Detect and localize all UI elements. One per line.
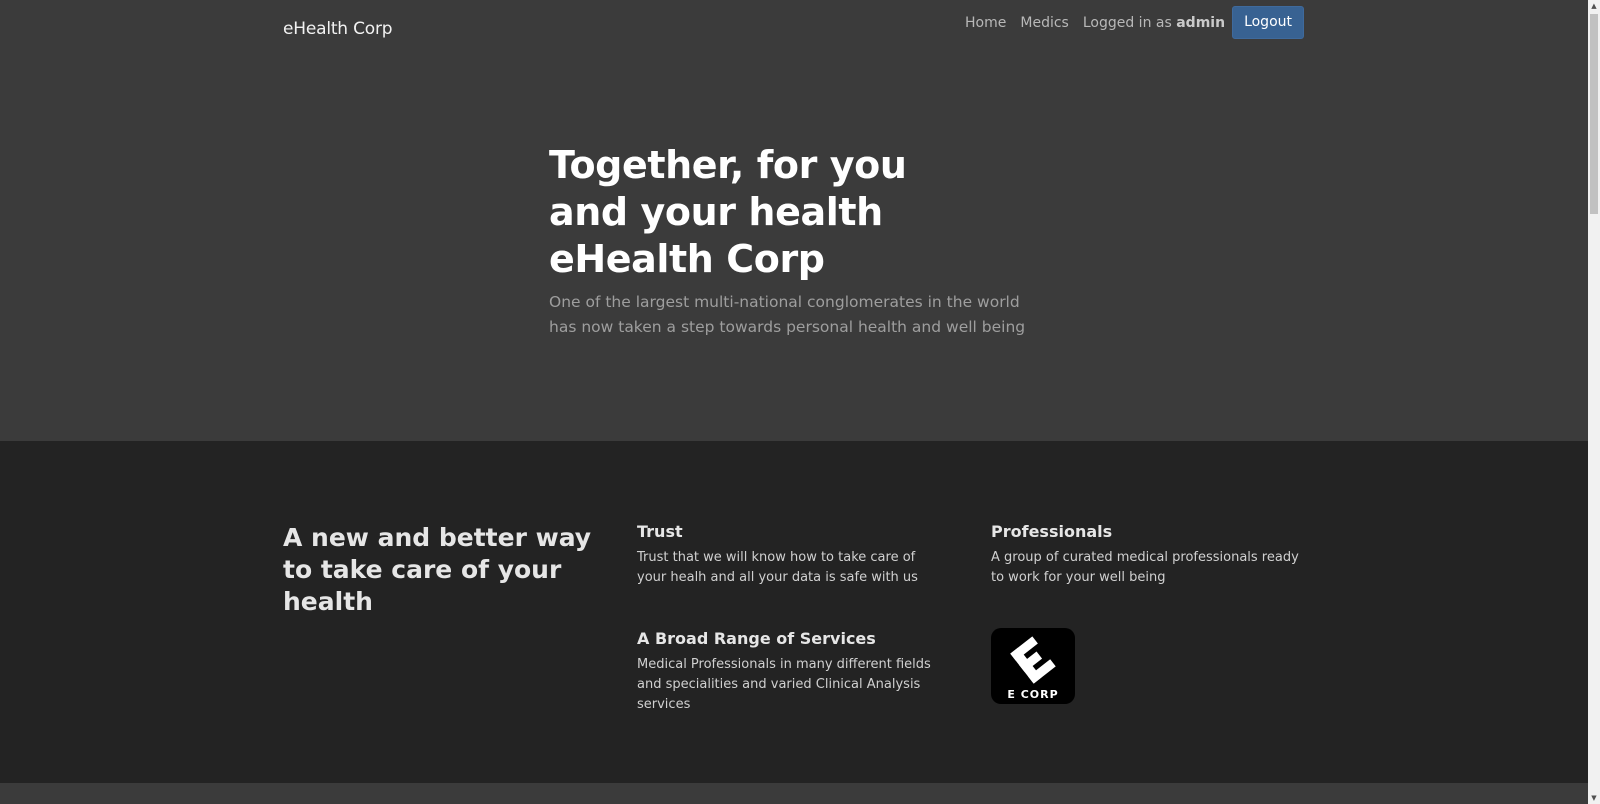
feature-text: Trust that we will know how to take care… [637,550,918,585]
logo-text: E CORP [1007,688,1058,701]
scroll-up-arrow-icon[interactable]: ▲ [1588,0,1600,12]
feature-professionals: Professionals A group of curated medical… [991,522,1301,588]
hero-title-line1: Together, for you and your health [549,143,907,234]
brand-link[interactable]: eHealth Corp [283,19,393,39]
login-status-prefix: Logged in as [1082,14,1177,31]
feature-title: Professionals [991,522,1113,541]
feature-title: A Broad Range of Services [637,629,876,648]
scrollbar[interactable]: ▲ ▼ [1588,0,1600,804]
hero-section: Together, for you and your health eHealt… [0,50,1588,441]
feature-trust: Trust Trust that we will know how to tak… [637,522,947,588]
hero-title: Together, for you and your health eHealt… [549,142,989,283]
ecorp-logo-graphic: E CORP [1007,636,1058,701]
features-section: A new and better way to take care of you… [0,441,1588,783]
login-status: Logged in as admin [1083,15,1225,31]
navbar: eHealth Corp Home Medics Logged in as ad… [0,0,1588,50]
nav-link-home[interactable]: Home [965,15,1006,31]
login-username: admin [1176,14,1226,31]
scroll-thumb[interactable] [1590,14,1598,214]
page: eHealth Corp Home Medics Logged in as ad… [0,0,1588,804]
feature-title: Trust [637,522,683,541]
feature-text: A group of curated medical professionals… [991,550,1299,585]
logout-button[interactable]: Logout [1232,6,1304,39]
ecorp-logo-icon: E CORP [991,628,1075,704]
nav-links: Home Medics Logged in as admin Logout [951,6,1304,39]
footer-band [0,783,1588,804]
features-heading: A new and better way to take care of you… [283,523,592,616]
feature-services: A Broad Range of Services Medical Profes… [637,629,947,715]
nav-link-medics[interactable]: Medics [1020,15,1068,31]
hero-title-line2: eHealth Corp [549,237,825,281]
scroll-down-arrow-icon[interactable]: ▼ [1588,792,1600,804]
feature-text: Medical Professionals in many different … [637,657,931,712]
hero-subtitle: One of the largest multi-national conglo… [549,293,1026,336]
